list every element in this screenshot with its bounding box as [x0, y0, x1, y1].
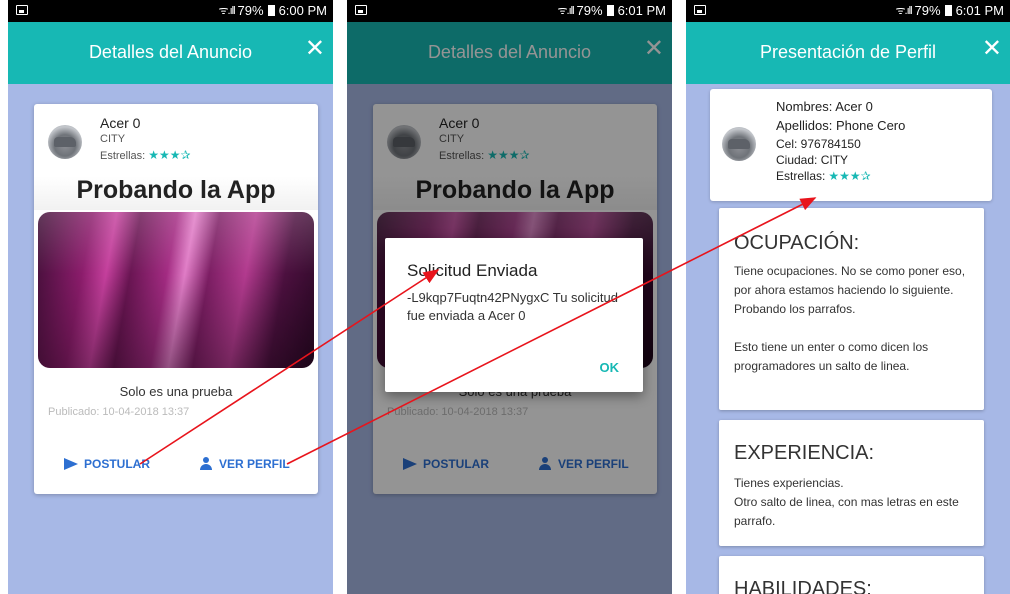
clock: 6:00 PM	[278, 3, 327, 18]
image-notification-icon	[355, 5, 367, 15]
dialog-message: -L9kqp7Fuqtn42PNygxC Tu solicitud fue en…	[407, 290, 619, 323]
section-title: EXPERIENCIA:	[734, 442, 875, 464]
profile-cel: Cel: 976784150	[776, 137, 861, 151]
close-icon[interactable]: ✕	[305, 37, 325, 61]
signal-icon: ᯤ.ıll	[557, 5, 575, 17]
section-title: HABILIDADES:	[734, 578, 872, 594]
screen-profile: ᯤ.ıll 79% 6:01 PM Presentación de Perfil…	[686, 0, 1010, 594]
rating-row: Estrellas: ★★★✰	[776, 169, 871, 183]
close-icon[interactable]: ✕	[982, 37, 1002, 61]
status-bar: ᯤ.ıll 79% 6:01 PM	[686, 0, 1010, 22]
ok-button[interactable]: OK	[600, 360, 620, 375]
rating-label: Estrellas:	[776, 169, 826, 183]
dialog-title: Solicitud Enviada	[407, 261, 538, 280]
star-rating-icon: ★★★✰	[828, 169, 871, 183]
send-icon	[64, 458, 78, 470]
profile-apellidos: Apellidos: Phone Cero	[776, 118, 906, 133]
ad-user-name: Acer 0	[100, 115, 141, 131]
page-title: Detalles del Anuncio	[88, 42, 253, 62]
section-habilidades: HABILIDADES:	[719, 556, 984, 594]
battery-level: 79%	[576, 3, 603, 18]
screen-ad-details: ᯤ.ıll 79% 6:00 PM Detalles del Anuncio ✕…	[8, 0, 333, 594]
section-body: Tiene ocupaciones. No se como poner eso,…	[734, 264, 966, 373]
ad-title: Probando la App	[34, 176, 318, 210]
app-bar: Presentación de Perfil ✕	[686, 22, 1010, 84]
avatar	[722, 127, 756, 161]
app-bar: Detalles del Anuncio ✕	[8, 22, 333, 84]
ad-description: Solo es una prueba	[119, 384, 233, 399]
clock: 6:01 PM	[617, 3, 666, 18]
battery-level: 79%	[914, 3, 941, 18]
profile-nombres: Nombres: Acer 0	[776, 99, 873, 114]
section-ocupacion: OCUPACIÓN: Tiene ocupaciones. No se como…	[719, 208, 984, 410]
postular-button[interactable]: POSTULAR	[64, 457, 150, 471]
ad-user-city: CITY	[100, 133, 126, 145]
clock: 6:01 PM	[955, 3, 1004, 18]
rating-row: Estrellas: ★★★✰	[100, 148, 191, 162]
avatar	[48, 125, 82, 159]
request-sent-dialog: Solicitud Enviada -L9kqp7Fuqtn42PNygxC T…	[385, 238, 643, 392]
image-notification-icon	[16, 5, 28, 15]
section-title: OCUPACIÓN:	[734, 232, 860, 254]
ver-perfil-button[interactable]: VER PERFIL	[199, 457, 290, 471]
battery-level: 79%	[237, 3, 264, 18]
ver-perfil-label: VER PERFIL	[219, 457, 290, 471]
profile-ciudad: Ciudad: CITY	[776, 153, 849, 167]
profile-header-card: Nombres: Acer 0 Apellidos: Phone Cero Ce…	[710, 89, 992, 201]
section-experiencia: EXPERIENCIA: Tienes experiencias. Otro s…	[719, 420, 984, 546]
person-icon	[199, 457, 213, 471]
rating-label: Estrellas:	[100, 150, 146, 162]
image-notification-icon	[694, 5, 706, 15]
signal-icon: ᯤ.ıll	[218, 5, 236, 17]
page-title: Presentación de Perfil	[759, 42, 937, 62]
ad-image	[38, 212, 314, 368]
status-bar: ᯤ.ıll 79% 6:00 PM	[8, 0, 333, 22]
battery-icon	[944, 5, 952, 16]
star-rating-icon: ★★★✰	[148, 148, 191, 162]
signal-icon: ᯤ.ıll	[895, 5, 913, 17]
ad-card: Acer 0 CITY Estrellas: ★★★✰ Probando la A…	[34, 104, 318, 494]
battery-icon	[267, 5, 275, 16]
ad-published-date: Publicado: 10-04-2018 13:37	[48, 406, 190, 418]
section-body: Tienes experiencias. Otro salto de linea…	[734, 476, 959, 528]
screen-ad-details-dialog: ᯤ.ıll 79% 6:01 PM Detalles del Anuncio ✕…	[347, 0, 672, 594]
battery-icon	[606, 5, 614, 16]
postular-label: POSTULAR	[84, 457, 150, 471]
status-bar: ᯤ.ıll 79% 6:01 PM	[347, 0, 672, 22]
